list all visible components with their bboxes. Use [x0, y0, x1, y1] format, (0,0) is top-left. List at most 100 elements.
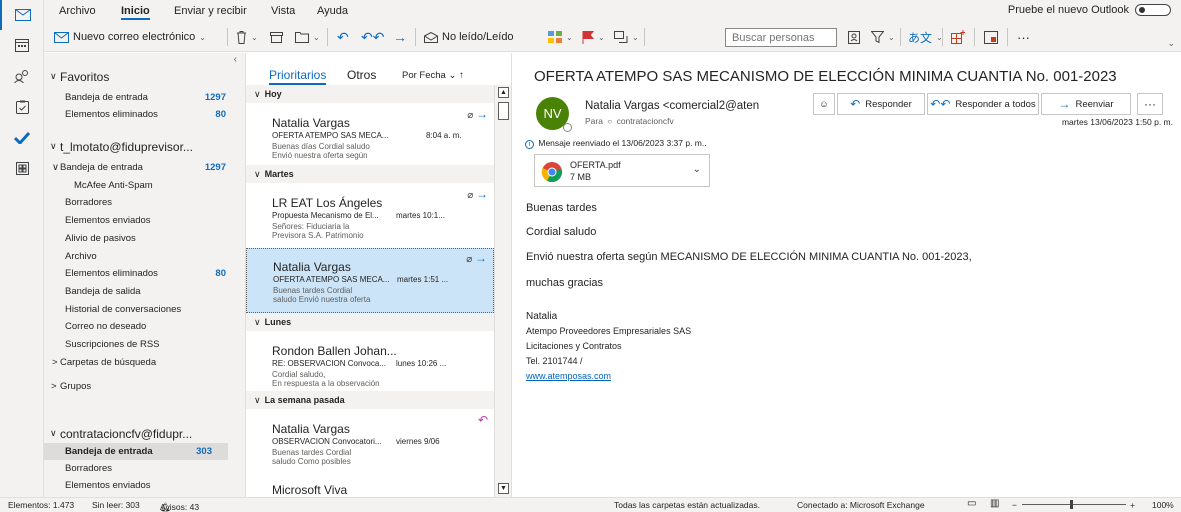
- apps-button[interactable]: [951, 27, 965, 47]
- chevron-down-icon[interactable]: ⌄: [313, 33, 320, 42]
- attachment-card[interactable]: OFERTA.pdf 7 MB ⌄: [534, 154, 710, 187]
- try-new-outlook[interactable]: Pruebe el nuevo Outlook: [1008, 4, 1171, 16]
- message-sender: Natalia Vargas: [272, 422, 350, 436]
- apps-icon[interactable]: [0, 153, 44, 183]
- menu-inicio[interactable]: Inicio: [121, 5, 150, 20]
- emoji-reaction-button[interactable]: ☺: [813, 93, 835, 115]
- folder-item[interactable]: McAfee Anti-Spam: [44, 177, 245, 194]
- folder-item[interactable]: Suscripciones de RSS: [44, 336, 245, 353]
- new-email-button[interactable]: Nuevo correo electrónico ⌄: [54, 27, 206, 47]
- chevron-down-icon[interactable]: ⌄: [632, 33, 639, 42]
- tab-focused[interactable]: Prioritarios: [269, 68, 327, 85]
- addin-button[interactable]: [984, 27, 998, 47]
- folder-item[interactable]: Bandeja de salida: [44, 283, 245, 300]
- calendar-icon[interactable]: [0, 30, 44, 60]
- folder-favorites-deleted[interactable]: Elementos eliminados 80: [44, 106, 245, 123]
- normal-view-icon[interactable]: ▭: [967, 498, 976, 509]
- folder-item[interactable]: Borradores: [44, 194, 245, 211]
- menu-ayuda[interactable]: Ayuda: [317, 5, 348, 17]
- collapse-folder-pane-icon[interactable]: ‹: [234, 54, 237, 65]
- account-header-1[interactable]: ∨ t_lmotato@fiduprevisor...: [44, 138, 245, 155]
- scroll-up-arrow-icon[interactable]: ▲: [498, 87, 509, 98]
- reply-button[interactable]: ↶ Responder: [837, 93, 925, 115]
- try-new-outlook-toggle[interactable]: [1135, 4, 1171, 16]
- zoom-out-button[interactable]: −: [1012, 500, 1017, 510]
- group-header-today[interactable]: ∨ Hoy: [246, 85, 494, 103]
- folder-item[interactable]: Correo no deseado: [44, 318, 245, 335]
- folder-inbox-2[interactable]: Bandeja de entrada 303: [44, 443, 228, 460]
- group-header-monday[interactable]: ∨ Lunes: [246, 313, 494, 331]
- menu-enviar-recibir[interactable]: Enviar y recibir: [174, 5, 247, 17]
- reading-view-icon[interactable]: ▥: [990, 498, 999, 509]
- zoom-slider-track[interactable]: [1022, 504, 1126, 505]
- translate-button[interactable]: あ文 ⌄: [908, 27, 943, 47]
- folder-sent-2[interactable]: Elementos enviados: [44, 477, 245, 494]
- mail-icon[interactable]: [0, 0, 44, 30]
- body-greeting: Buenas tardes: [526, 202, 597, 214]
- zoom-in-button[interactable]: +: [1130, 500, 1135, 510]
- chevron-down-icon[interactable]: ⌄: [888, 33, 895, 42]
- todo-icon[interactable]: [0, 123, 44, 153]
- filter-button[interactable]: ⌄: [871, 27, 895, 47]
- folder-item[interactable]: Elementos eliminados 80: [44, 265, 245, 282]
- forward-button[interactable]: →: [393, 27, 407, 47]
- people-icon[interactable]: [0, 61, 44, 91]
- recipient-line: Para ○ contratacioncfv: [585, 116, 674, 126]
- scrollbar-thumb[interactable]: [498, 102, 509, 120]
- tasks-icon[interactable]: [0, 92, 44, 122]
- message-item[interactable]: Rondon Ballen Johan... RE: OBSERVACION Co…: [246, 332, 494, 390]
- menu-archivo[interactable]: Archivo: [59, 5, 96, 17]
- group-header-tuesday[interactable]: ∨ Martes: [246, 165, 494, 183]
- more-actions-button[interactable]: ···: [1137, 93, 1163, 115]
- to-recipient[interactable]: contratacioncfv: [617, 116, 674, 126]
- flag-button[interactable]: ⌄: [582, 27, 605, 47]
- attachment-chevron-down-icon[interactable]: ⌄: [693, 164, 701, 175]
- message-sender: LR EAT Los Ángeles: [272, 196, 383, 210]
- reply-button[interactable]: ↶: [337, 27, 349, 47]
- move-button[interactable]: ⌄: [295, 27, 320, 47]
- sender-name[interactable]: Natalia Vargas <comercial2@aten: [585, 100, 759, 112]
- sort-button[interactable]: Por Fecha ⌄ ↑: [402, 70, 464, 81]
- folder-item[interactable]: Historial de conversaciones: [44, 301, 245, 318]
- message-list-scrollbar[interactable]: ▲ ▼: [494, 85, 511, 497]
- address-book-button[interactable]: [848, 27, 860, 47]
- group-header-last-week[interactable]: ∨ La semana pasada: [246, 391, 494, 409]
- groups-header[interactable]: > Grupos: [44, 378, 245, 395]
- folder-item[interactable]: Elementos enviados: [44, 212, 245, 229]
- chevron-down-icon[interactable]: ⌄: [251, 33, 258, 42]
- scroll-down-arrow-icon[interactable]: ▼: [498, 483, 509, 494]
- folder-item[interactable]: Alivio de pasivos: [44, 230, 245, 247]
- categorize-button[interactable]: ⌄: [548, 27, 573, 47]
- tab-other[interactable]: Otros: [347, 68, 376, 82]
- search-people-input[interactable]: [725, 28, 837, 47]
- archive-button[interactable]: [270, 27, 283, 47]
- paperclip-icon: ⌀: [467, 190, 476, 201]
- forward-button[interactable]: → Reenviar: [1041, 93, 1131, 115]
- read-unread-button[interactable]: No leído/Leído: [424, 27, 514, 47]
- chevron-down-icon[interactable]: ⌄: [566, 33, 573, 42]
- menu-vista[interactable]: Vista: [271, 5, 295, 17]
- folder-drafts-2[interactable]: Borradores: [44, 460, 245, 477]
- more-commands-button[interactable]: ···: [1017, 27, 1030, 47]
- message-item[interactable]: Natalia Vargas OBSERVACION Convocatori...…: [246, 410, 494, 471]
- folder-item[interactable]: > Carpetas de búsqueda: [44, 354, 245, 371]
- message-item[interactable]: Natalia Vargas OFERTA ATEMPO SAS MECA... m…: [246, 248, 494, 313]
- favorites-header[interactable]: ∨ Favoritos: [44, 68, 245, 85]
- folder-item[interactable]: Archivo: [44, 248, 245, 265]
- account-header-2[interactable]: ∨ contratacioncfv@fidupr...: [44, 425, 245, 442]
- message-item[interactable]: Natalia Vargas OFERTA ATEMPO SAS MECA... 8…: [246, 104, 494, 165]
- signature-website-link[interactable]: www.atemposas.com: [526, 371, 611, 381]
- chevron-down-icon[interactable]: ⌄: [199, 33, 206, 42]
- zoom-slider-thumb[interactable]: [1070, 500, 1073, 509]
- forward-info: i Mensaje reenviado el 13/06/2023 3:37 p…: [525, 138, 707, 149]
- reply-all-button[interactable]: ↶↶: [361, 27, 384, 47]
- ribbon-collapse-icon[interactable]: ⌄: [1167, 38, 1175, 49]
- reply-all-button[interactable]: ↶↶ Responder a todos: [927, 93, 1039, 115]
- folder-favorites-inbox[interactable]: Bandeja de entrada 1297: [44, 89, 245, 106]
- folder-item[interactable]: ∨ Bandeja de entrada 1297: [44, 159, 245, 176]
- chevron-down-icon[interactable]: ⌄: [598, 33, 605, 42]
- delete-button[interactable]: ⌄: [236, 27, 258, 47]
- message-item[interactable]: LR EAT Los Ángeles Propuesta Mecanismo de…: [246, 184, 494, 248]
- message-item[interactable]: Microsoft Viva: [246, 471, 494, 497]
- rules-button[interactable]: ⌄: [614, 27, 639, 47]
